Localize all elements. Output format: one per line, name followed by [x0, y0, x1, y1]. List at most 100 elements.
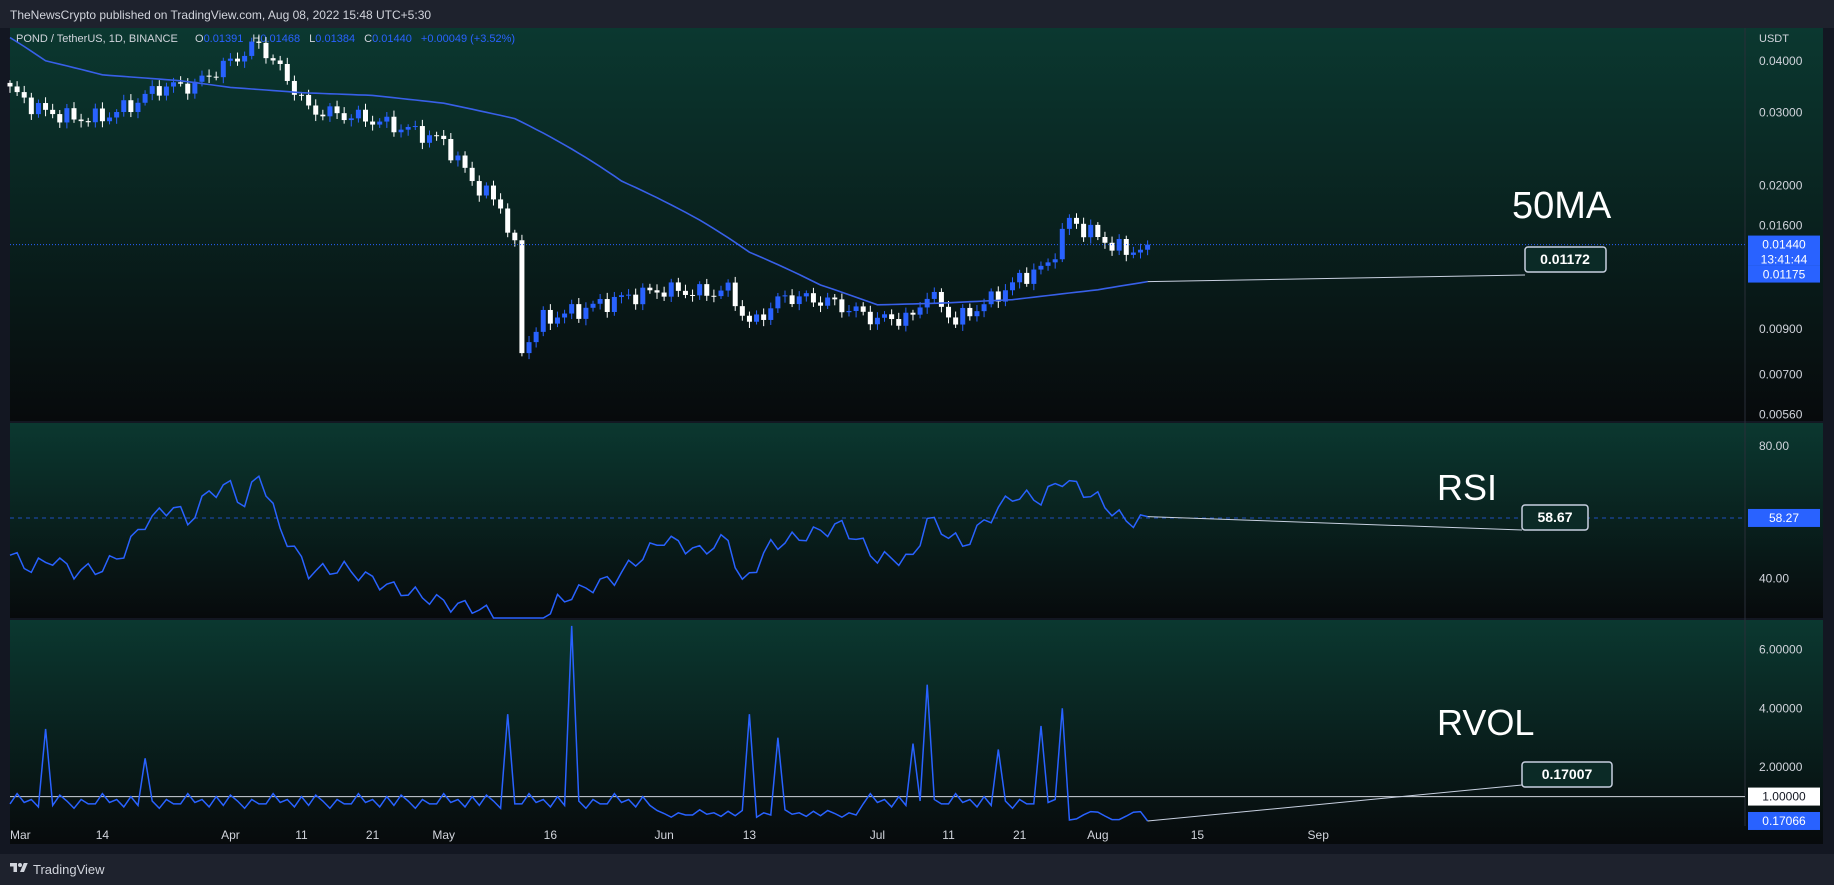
candle [839, 299, 845, 313]
candle [640, 287, 646, 305]
candle [938, 291, 944, 307]
candle [860, 306, 866, 312]
candle [242, 55, 248, 62]
candle [21, 92, 27, 98]
candle [931, 291, 937, 299]
candle [540, 309, 546, 332]
candle [768, 308, 774, 320]
candle [953, 317, 959, 325]
last-price-badge-text: 0.01440 [1762, 238, 1806, 252]
rvol-panel[interactable] [10, 620, 1823, 844]
price-axis-tick: 0.02000 [1759, 178, 1803, 192]
candle [718, 290, 724, 297]
candle [796, 296, 802, 305]
candle [810, 293, 816, 303]
candle [441, 135, 447, 140]
candle [1066, 217, 1072, 229]
price-axis-tick: 0.03000 [1759, 106, 1803, 120]
candle [163, 86, 169, 96]
candle [220, 60, 226, 78]
candle [846, 311, 852, 313]
candle [178, 82, 184, 84]
candle [682, 290, 688, 295]
candle [761, 314, 767, 320]
candle [64, 108, 70, 123]
candle [341, 113, 347, 121]
time-axis-tick: 21 [366, 828, 380, 842]
ma50-annotation: 50MA [1512, 185, 1612, 227]
candle [626, 294, 632, 296]
candle [896, 319, 902, 326]
candle [633, 294, 639, 305]
candle [78, 119, 84, 122]
candle [597, 299, 603, 304]
rvol-axis-tick: 2.00000 [1759, 760, 1803, 774]
candle [967, 307, 973, 317]
candle [249, 41, 255, 56]
candle [1123, 239, 1129, 255]
candle [1031, 269, 1037, 284]
candle [512, 232, 518, 241]
candle [526, 342, 532, 354]
candle [1017, 272, 1023, 283]
candle [43, 103, 49, 110]
candle [505, 208, 511, 233]
candle [533, 331, 539, 343]
candle [434, 135, 440, 137]
candle [256, 41, 262, 43]
currency-label: USDT [1759, 33, 1789, 45]
time-axis-tick: Jul [870, 828, 885, 842]
candle [576, 304, 582, 319]
price-axis-tick: 0.00900 [1759, 322, 1803, 336]
tradingview-logo-icon [10, 863, 28, 872]
time-axis-tick: 15 [1191, 828, 1205, 842]
candle [697, 284, 703, 296]
candle [825, 297, 831, 306]
time-axis-tick: Aug [1087, 828, 1108, 842]
candle [903, 312, 909, 326]
candle [391, 116, 397, 133]
candle [782, 295, 788, 297]
legend-symbol: POND / TetherUS, 1D, BINANCE [16, 33, 178, 45]
candle [668, 282, 674, 297]
candle [604, 299, 610, 312]
legend-ohlc: O0.01391 H0.01468 L0.01384 C0.01440 +0.0… [195, 33, 515, 45]
candle [498, 199, 504, 209]
candle [1102, 236, 1108, 243]
candle [732, 282, 738, 307]
candle [675, 282, 681, 291]
candle [206, 75, 212, 77]
candle [412, 126, 418, 128]
candle [960, 307, 966, 325]
candle [128, 100, 134, 113]
candle [946, 306, 952, 318]
candle [384, 116, 390, 122]
candle [917, 307, 923, 315]
candle [462, 155, 468, 168]
candle [92, 108, 98, 123]
last-price-badge-text: 13:41:44 [1761, 253, 1808, 267]
candle [455, 155, 461, 161]
time-axis-tick: 14 [96, 828, 110, 842]
time-axis-tick: 11 [295, 828, 308, 842]
candle [156, 86, 162, 96]
candle [590, 303, 596, 308]
candle [135, 102, 141, 113]
time-axis-tick: 11 [942, 828, 955, 842]
candle [483, 185, 489, 196]
candle [227, 58, 233, 61]
time-axis-tick: Mar [10, 828, 31, 842]
rsi-axis-tick: 80.00 [1759, 439, 1789, 453]
tradingview-brand: TradingView [33, 862, 105, 877]
candle [882, 314, 888, 318]
candle [1038, 265, 1044, 270]
chart-canvas[interactable]: POND / TetherUS, 1D, BINANCE O0.01391 H0… [0, 28, 1834, 854]
candle [569, 304, 575, 314]
time-axis-tick: 21 [1013, 828, 1027, 842]
candle [213, 76, 219, 78]
rsi-axis-tick: 40.00 [1759, 571, 1789, 585]
candle [974, 311, 980, 317]
candle [1145, 244, 1151, 250]
candle [71, 108, 77, 120]
candle [725, 282, 731, 291]
